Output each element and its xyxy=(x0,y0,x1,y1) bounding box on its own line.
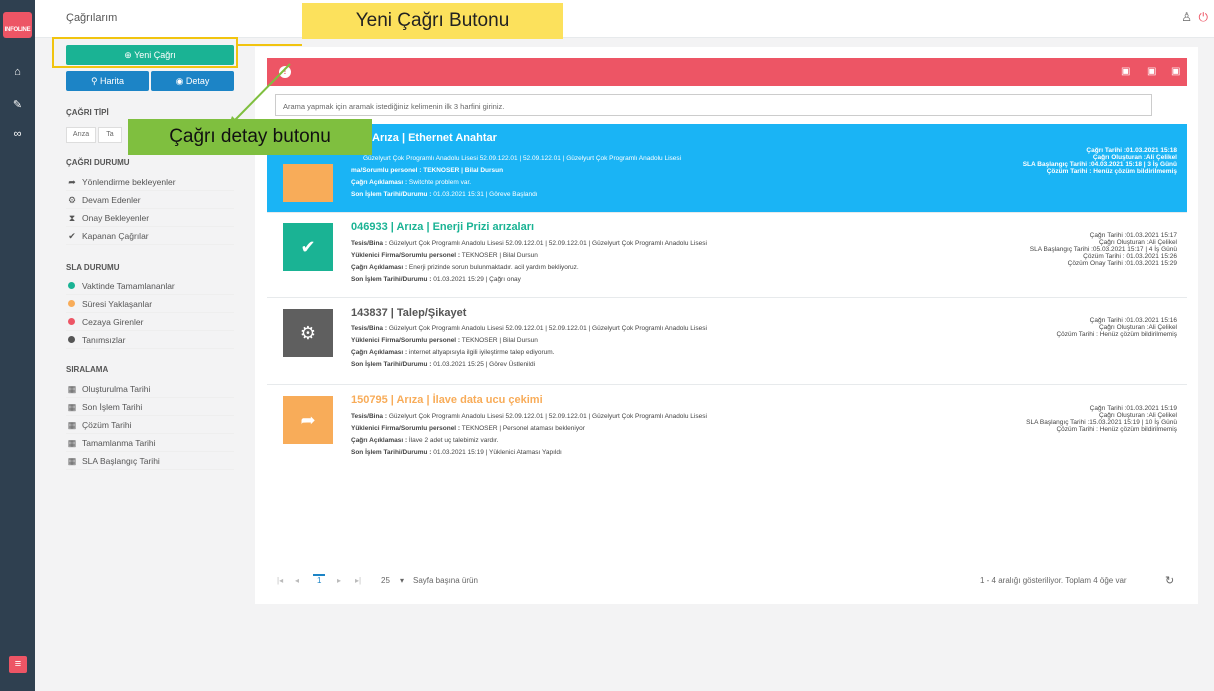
detail-callout: Çağrı detay butonu xyxy=(128,119,372,155)
new-call-callout: Yeni Çağrı Butonu xyxy=(302,3,563,39)
callout-arrows xyxy=(228,44,302,128)
callout-line-detail xyxy=(234,63,291,121)
